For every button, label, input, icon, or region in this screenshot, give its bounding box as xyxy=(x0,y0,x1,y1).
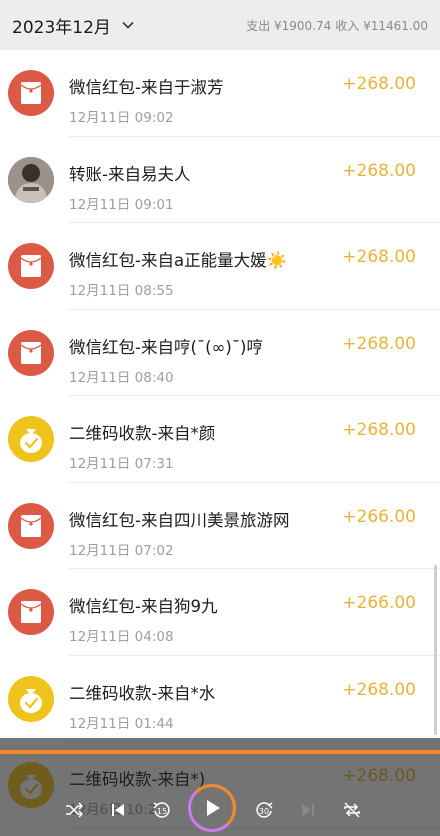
transaction-title: 微信红包-来自哼(ˉ(∞)ˉ)哼 xyxy=(69,337,263,357)
red-packet-icon xyxy=(8,243,54,289)
transaction-title: 微信红包-来自于淑芳 xyxy=(69,78,224,97)
skip-forward-icon[interactable]: 30 xyxy=(252,798,276,822)
month-totals: 支出 ¥1900.74 收入 ¥11461.00 xyxy=(246,17,428,34)
transaction-amount: +268.00 xyxy=(342,679,416,700)
transaction-row[interactable]: 二维码收款-来自*水 12月11日 01:44 +268.00 xyxy=(0,656,440,742)
transaction-row[interactable]: 微信红包-来自于淑芳 12月11日 09:02 +268.00 xyxy=(0,50,440,137)
red-packet-icon xyxy=(8,502,54,549)
transaction-row[interactable]: 微信红包-来自狗9九 12月11日 04:08 +266.00 xyxy=(0,569,440,656)
skip-back-icon[interactable]: 15 xyxy=(150,798,174,822)
income-total: 收入 ¥11461.00 xyxy=(335,18,428,33)
transaction-time: 12月11日 09:02 xyxy=(69,110,174,126)
avatar xyxy=(8,156,54,203)
qr-money-bag-icon xyxy=(8,675,54,722)
transaction-title: 微信红包-来自四川美景旅游网 xyxy=(69,510,290,530)
transaction-amount: +268.00 xyxy=(342,420,416,440)
transaction-title: 二维码收款-来自*颜 xyxy=(69,424,216,443)
transaction-amount: +268.00 xyxy=(342,160,416,181)
header-bar: 2023年12月 支出 ¥1900.74 收入 ¥11461.00 xyxy=(0,0,440,50)
skip-forward-label: 30 xyxy=(259,807,269,816)
transaction-time: 12月11日 07:31 xyxy=(69,456,174,472)
transaction-amount: +266.00 xyxy=(342,506,416,527)
red-packet-icon xyxy=(8,70,54,116)
transaction-row[interactable]: 微信红包-来自a正能量大媛☀️ 12月11日 08:55 +268.00 xyxy=(0,223,440,310)
red-packet-icon xyxy=(8,329,54,376)
transaction-time: 12月11日 08:55 xyxy=(69,283,174,299)
transaction-time: 12月11日 09:01 xyxy=(69,196,174,213)
next-track-icon[interactable] xyxy=(296,798,320,822)
transaction-time: 12月11日 01:44 xyxy=(69,715,174,732)
transaction-amount: +268.00 xyxy=(342,247,416,267)
chevron-down-icon xyxy=(121,18,135,32)
transaction-list: 微信红包-来自于淑芳 12月11日 09:02 +268.00 转账-来自易夫人 12月… xyxy=(0,50,440,829)
media-player-bar: 15 30 xyxy=(0,738,440,836)
transaction-time: 12月11日 04:08 xyxy=(69,629,174,645)
qr-money-bag-icon xyxy=(8,416,54,462)
expense-total: 支出 ¥1900.74 xyxy=(246,18,332,33)
transaction-title: 二维码收款-来自*水 xyxy=(69,683,216,703)
previous-track-icon[interactable] xyxy=(106,798,130,822)
play-icon xyxy=(207,800,220,816)
month-selector[interactable]: 2023年12月 xyxy=(12,13,135,38)
transaction-row[interactable]: 转账-来自易夫人 12月11日 09:01 +268.00 xyxy=(0,137,440,223)
transaction-title: 转账-来自易夫人 xyxy=(69,164,191,184)
skip-back-label: 15 xyxy=(157,807,167,816)
player-controls: 15 30 xyxy=(0,784,440,836)
transaction-title: 微信红包-来自a正能量大媛☀️ xyxy=(69,251,288,270)
playback-progress[interactable] xyxy=(0,750,440,754)
shuffle-icon[interactable] xyxy=(62,798,86,822)
transaction-time: 12月11日 07:02 xyxy=(69,542,174,559)
scrollbar[interactable] xyxy=(434,565,437,735)
transaction-title: 微信红包-来自狗9九 xyxy=(69,597,218,616)
play-button[interactable] xyxy=(188,784,236,832)
repeat-icon[interactable] xyxy=(340,798,364,822)
transaction-amount: +266.00 xyxy=(342,593,416,613)
transaction-row[interactable]: 微信红包-来自四川美景旅游网 12月11日 07:02 +266.00 xyxy=(0,483,440,569)
red-packet-icon xyxy=(8,589,54,635)
transaction-amount: +268.00 xyxy=(342,74,416,94)
transaction-row[interactable]: 二维码收款-来自*颜 12月11日 07:31 +268.00 xyxy=(0,396,440,483)
transaction-time: 12月11日 08:40 xyxy=(69,369,174,386)
month-label: 2023年12月 xyxy=(12,17,111,38)
transaction-row[interactable]: 微信红包-来自哼(ˉ(∞)ˉ)哼 12月11日 08:40 +268.00 xyxy=(0,310,440,396)
transaction-amount: +268.00 xyxy=(342,333,416,354)
